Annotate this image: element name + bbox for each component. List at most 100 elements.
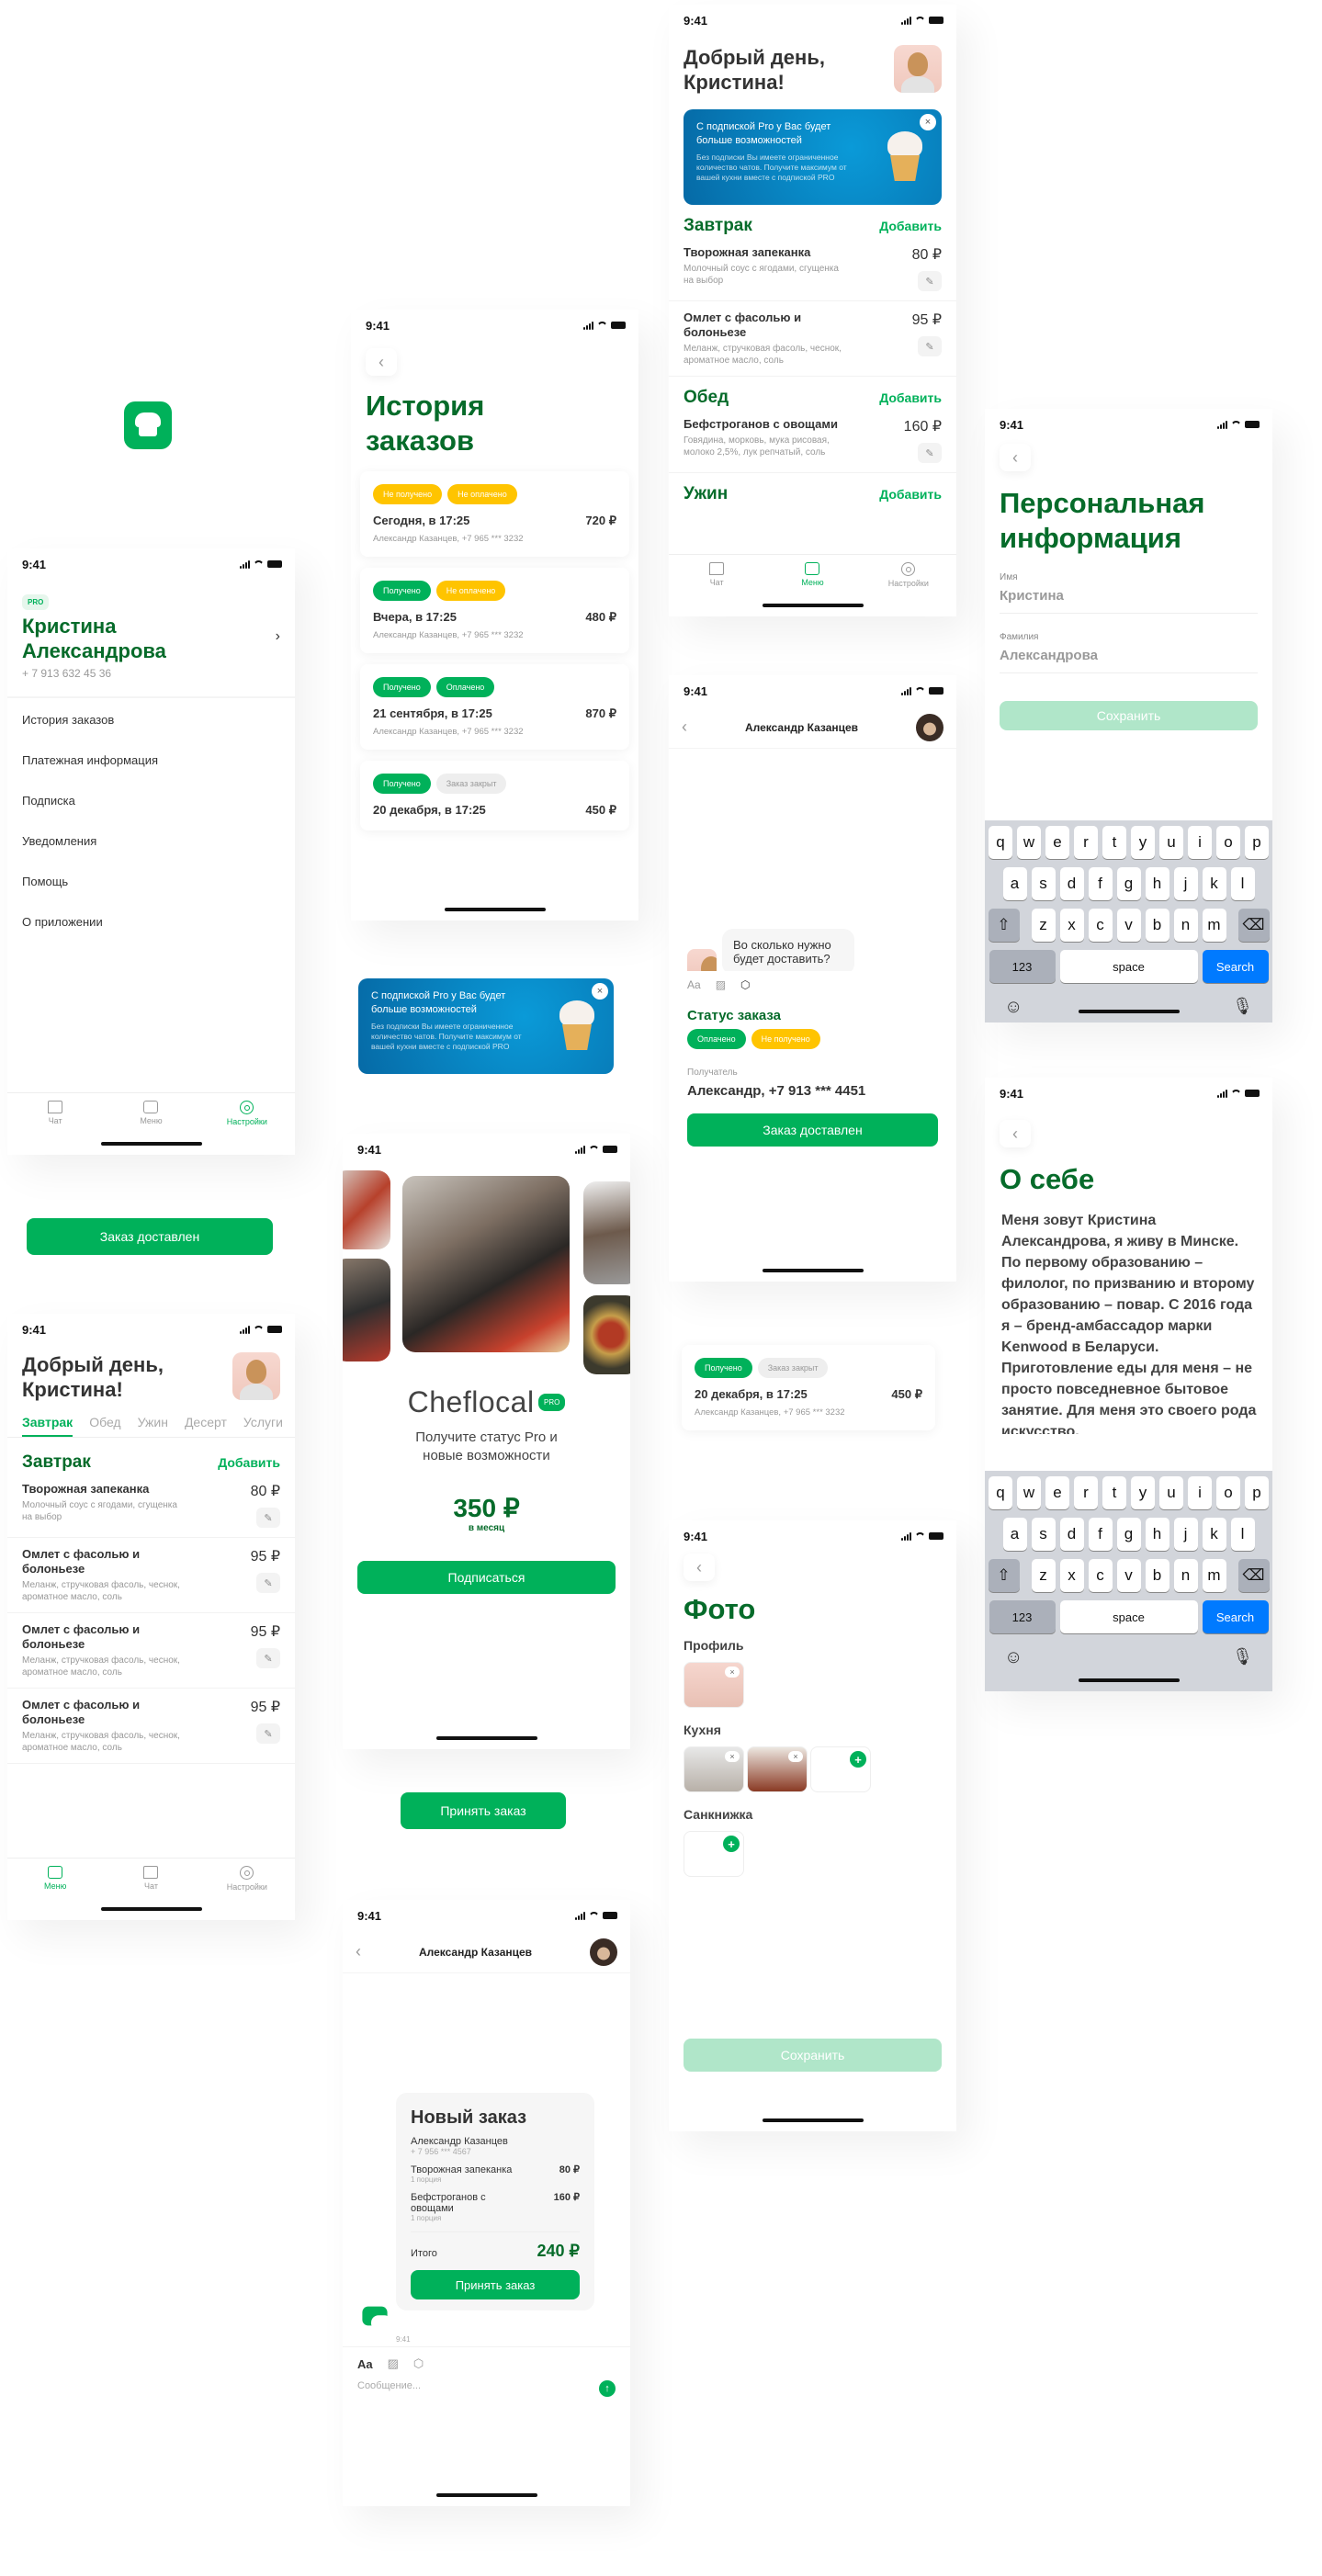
subscribe-button[interactable]: Подписаться [357,1561,616,1594]
back-button[interactable]: ‹ [684,1554,715,1581]
space-key[interactable]: space [1059,950,1198,983]
key-y[interactable]: y [1131,826,1155,859]
key-k[interactable]: k [1202,1518,1226,1551]
key-t[interactable]: t [1102,1476,1126,1509]
order-card[interactable]: Получено Оплачено 21 сентября, в 17:25 870 … [360,664,629,750]
back-icon[interactable]: ‹ [682,717,687,737]
add-button[interactable]: Добавить [879,219,942,233]
key-y[interactable]: y [1131,1476,1155,1509]
key-v[interactable]: v [1116,909,1141,942]
back-button[interactable]: ‹ [1000,444,1031,471]
key-v[interactable]: v [1116,1559,1141,1592]
edit-icon[interactable]: ✎ [256,1508,280,1528]
add-photo-button[interactable]: + [810,1746,871,1792]
key-i[interactable]: i [1188,826,1212,859]
key-a[interactable]: a [1002,867,1027,900]
numbers-key[interactable]: 123 [989,950,1056,983]
key-b[interactable]: b [1145,909,1169,942]
send-button[interactable]: ↑ [599,2380,616,2397]
dish-item[interactable]: Творожная запеканка Молочный соус с ягода… [7,1473,295,1538]
order-card[interactable]: Получено Заказ закрыт 20 декабря, в 17:25… [682,1345,935,1430]
key-l[interactable]: l [1230,1518,1255,1551]
key-o[interactable]: o [1216,1476,1240,1509]
kitchen-photo[interactable]: × [684,1746,744,1792]
key-r[interactable]: r [1074,826,1098,859]
back-icon[interactable]: ‹ [356,1942,361,1961]
back-button[interactable]: ‹ [366,348,397,376]
avatar[interactable] [232,1352,280,1400]
key-p[interactable]: p [1245,1476,1269,1509]
profile-photo[interactable]: × [684,1662,744,1708]
tab-services[interactable]: Услуги [243,1415,283,1437]
menu-item-help[interactable]: Помощь [22,875,280,915]
order-delivered-button[interactable]: Заказ доставлен [687,1113,938,1147]
pro-promo-banner[interactable]: С подпиской Pro у Вас будет больше возмо… [684,109,942,205]
dish-item[interactable]: Бефстроганов с овощами Говядина, морковь,… [669,408,956,473]
save-button[interactable]: Сохранить [1000,701,1258,730]
key-a[interactable]: a [1002,1518,1027,1551]
tab-settings[interactable]: Настройки [199,1866,295,1920]
close-icon[interactable]: × [592,983,608,1000]
order-delivered-button[interactable]: Заказ доставлен [27,1218,273,1255]
key-f[interactable]: f [1088,867,1113,900]
text-format-icon[interactable]: Aa [357,2357,373,2371]
tab-dinner[interactable]: Ужин [138,1415,168,1437]
message-input[interactable]: Сообщение... [357,2380,421,2397]
text-format-icon[interactable]: Aa [687,978,701,991]
key-u[interactable]: u [1159,1476,1183,1509]
key-g[interactable]: g [1116,1518,1141,1551]
tab-menu[interactable]: Меню [103,1101,198,1155]
first-name-input[interactable]: Кристина [1000,582,1258,614]
avatar[interactable] [894,45,942,93]
edit-icon[interactable]: ✎ [918,336,942,356]
key-e[interactable]: e [1045,1476,1069,1509]
microphone-icon[interactable]: 🎙 [1232,1647,1253,1668]
menu-item-about[interactable]: О приложении [22,915,280,955]
add-button[interactable]: Добавить [218,1455,280,1470]
profile-link[interactable]: Кристина Александрова › [22,610,280,663]
edit-icon[interactable]: ✎ [256,1648,280,1668]
contact-avatar[interactable] [916,713,943,741]
key-c[interactable]: c [1088,1559,1113,1592]
key-d[interactable]: d [1059,1518,1084,1551]
key-u[interactable]: u [1159,826,1183,859]
package-icon[interactable]: ⬡ [740,978,750,991]
close-icon[interactable]: × [920,114,936,130]
save-button[interactable]: Сохранить [684,2039,942,2072]
microphone-icon[interactable]: 🎙 [1232,997,1253,1018]
numbers-key[interactable]: 123 [989,1600,1056,1633]
key-o[interactable]: o [1216,826,1240,859]
key-c[interactable]: c [1088,909,1113,942]
last-name-input[interactable]: Александрова [1000,642,1258,673]
key-t[interactable]: t [1102,826,1126,859]
key-q[interactable]: q [989,826,1012,859]
dish-item[interactable]: Омлет с фасолью и болоньезе Меланж, струч… [669,301,956,377]
menu-item-notifications[interactable]: Уведомления [22,834,280,875]
emoji-icon[interactable]: ☺ [1004,1647,1023,1668]
key-z[interactable]: z [1031,1559,1056,1592]
key-r[interactable]: r [1074,1476,1098,1509]
key-x[interactable]: x [1059,909,1084,942]
dish-item[interactable]: Омлет с фасолью и болоньезе Меланж, струч… [7,1689,295,1764]
menu-item-subscription[interactable]: Подписка [22,794,280,834]
key-s[interactable]: s [1031,867,1056,900]
add-photo-button[interactable]: + [684,1831,744,1877]
tab-lunch[interactable]: Обед [89,1415,120,1437]
accept-order-button[interactable]: Принять заказ [401,1792,566,1829]
tab-breakfast[interactable]: Завтрак [22,1415,73,1437]
package-icon[interactable]: ⬡ [413,2356,424,2371]
key-m[interactable]: m [1202,909,1226,942]
remove-icon[interactable]: × [725,1751,740,1762]
image-icon[interactable]: ▨ [716,978,726,991]
key-i[interactable]: i [1188,1476,1212,1509]
add-button[interactable]: Добавить [879,390,942,405]
tab-chat[interactable]: Чат [669,562,764,616]
edit-icon[interactable]: ✎ [256,1723,280,1744]
remove-icon[interactable]: × [725,1666,740,1678]
shift-key[interactable]: ⇧ [988,909,1020,942]
tab-dessert[interactable]: Десерт [185,1415,227,1437]
key-p[interactable]: p [1245,826,1269,859]
tab-chat[interactable]: Чат [7,1101,103,1155]
space-key[interactable]: space [1059,1600,1198,1633]
delete-key[interactable]: ⌫ [1237,1559,1270,1592]
